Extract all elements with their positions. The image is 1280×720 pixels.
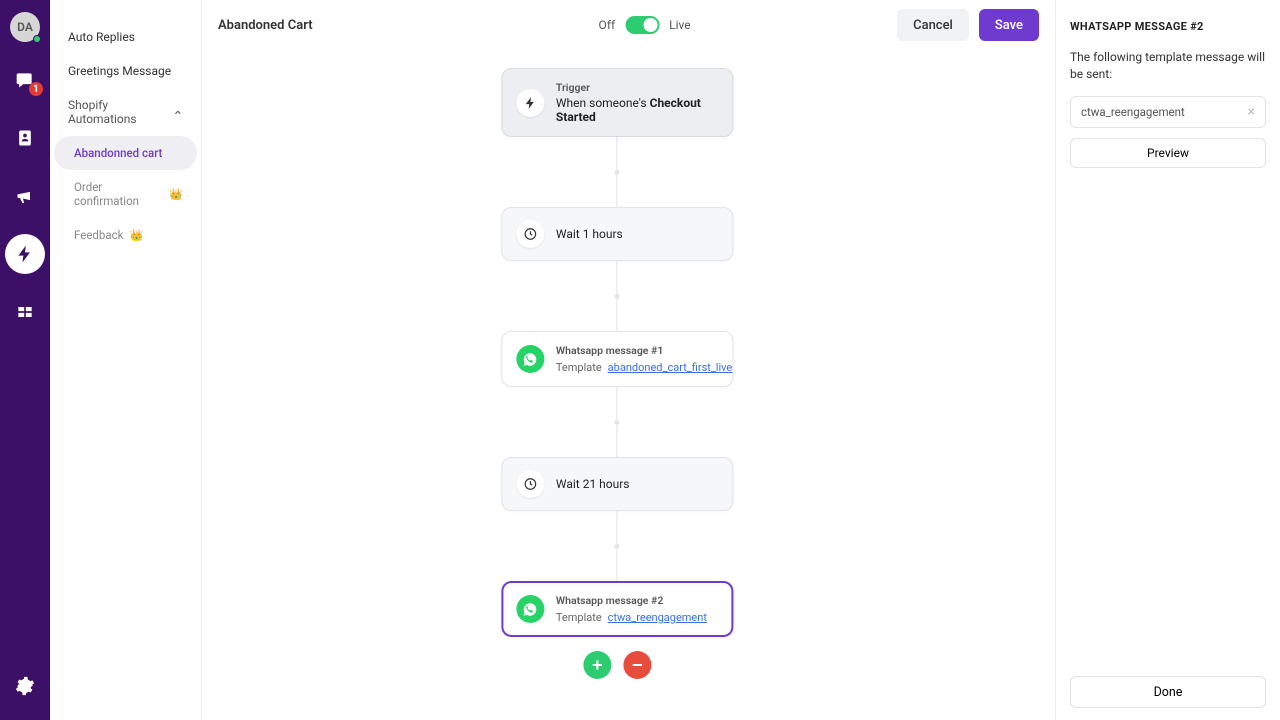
flow-canvas: Trigger When someone's Checkout Started … xyxy=(202,50,1055,720)
node-whatsapp-2[interactable]: Whatsapp message #2 Template ctwa_reengag… xyxy=(501,581,733,637)
settings-icon[interactable] xyxy=(5,666,45,706)
template-link[interactable]: abandoned_cart_first_live xyxy=(608,361,733,374)
done-button[interactable]: Done xyxy=(1070,676,1266,708)
live-toggle[interactable] xyxy=(625,16,659,34)
nav-auto-replies[interactable]: Auto Replies xyxy=(54,20,197,54)
node-text: Wait 21 hours xyxy=(556,477,630,491)
add-step-button[interactable] xyxy=(583,651,611,679)
premium-icon: 👑 xyxy=(169,188,183,201)
live-toggle-group: Off Live xyxy=(599,16,691,34)
remove-step-button[interactable] xyxy=(623,651,651,679)
whatsapp-icon xyxy=(516,345,544,373)
toggle-off-label: Off xyxy=(599,18,616,32)
node-label: Trigger xyxy=(556,81,718,94)
template-value: ctwa_reengagement xyxy=(1081,105,1185,119)
panel-title: WHATSAPP MESSAGE #2 xyxy=(1070,20,1266,33)
presence-dot-icon xyxy=(33,35,41,43)
nav-order-confirmation[interactable]: Order confirmation👑 xyxy=(54,170,197,218)
side-nav: Auto Replies Greetings Message Shopify A… xyxy=(50,0,202,720)
template-select[interactable]: ctwa_reengagement × xyxy=(1070,96,1266,128)
chevron-up-icon xyxy=(173,107,183,118)
clock-icon xyxy=(516,220,544,248)
node-wait-1[interactable]: Wait 1 hours xyxy=(501,207,733,261)
whatsapp-icon xyxy=(516,595,544,623)
nav-chat-icon[interactable]: 1 xyxy=(5,60,45,100)
inspector-panel: WHATSAPP MESSAGE #2 The following templa… xyxy=(1055,0,1280,720)
connector xyxy=(616,511,617,581)
preview-button[interactable]: Preview xyxy=(1070,138,1266,168)
chat-badge: 1 xyxy=(29,82,43,96)
nav-broadcast-icon[interactable] xyxy=(5,176,45,216)
nav-feedback[interactable]: Feedback👑 xyxy=(54,218,197,252)
avatar-initials: DA xyxy=(17,20,33,34)
node-text: Wait 1 hours xyxy=(556,227,623,241)
node-trigger[interactable]: Trigger When someone's Checkout Started xyxy=(501,68,733,137)
node-text: When someone's Checkout Started xyxy=(556,96,718,124)
cancel-button[interactable]: Cancel xyxy=(897,9,969,41)
page-title: Abandoned Cart xyxy=(218,18,313,33)
node-whatsapp-1[interactable]: Whatsapp message #1 Template abandoned_ca… xyxy=(501,331,733,387)
avatar[interactable]: DA xyxy=(10,12,40,42)
panel-description: The following template message will be s… xyxy=(1070,49,1266,84)
connector xyxy=(616,137,617,207)
template-sublabel: Template xyxy=(556,611,602,624)
node-label: Whatsapp message #1 xyxy=(556,344,732,357)
nav-contacts-icon[interactable] xyxy=(5,118,45,158)
icon-rail: DA 1 xyxy=(0,0,50,720)
nav-abandoned-cart[interactable]: Abandonned cart xyxy=(54,136,197,170)
toggle-knob-icon xyxy=(643,18,657,32)
nav-group-shopify[interactable]: Shopify Automations xyxy=(54,88,197,136)
connector xyxy=(616,261,617,331)
clock-icon xyxy=(516,470,544,498)
nav-integrations-icon[interactable] xyxy=(5,292,45,332)
main: Abandoned Cart Off Live Cancel Save Trig… xyxy=(202,0,1055,720)
premium-icon: 👑 xyxy=(129,229,143,242)
save-button[interactable]: Save xyxy=(979,9,1039,41)
clear-icon[interactable]: × xyxy=(1248,105,1255,119)
connector xyxy=(616,387,617,457)
bolt-icon xyxy=(516,89,544,117)
toggle-live-label: Live xyxy=(669,18,690,32)
template-sublabel: Template xyxy=(556,361,602,374)
template-link[interactable]: ctwa_reengagement xyxy=(608,611,707,624)
topbar: Abandoned Cart Off Live Cancel Save xyxy=(202,0,1055,50)
node-wait-2[interactable]: Wait 21 hours xyxy=(501,457,733,511)
node-label: Whatsapp message #2 xyxy=(556,594,707,607)
nav-greetings[interactable]: Greetings Message xyxy=(54,54,197,88)
nav-automations-icon[interactable] xyxy=(5,234,45,274)
